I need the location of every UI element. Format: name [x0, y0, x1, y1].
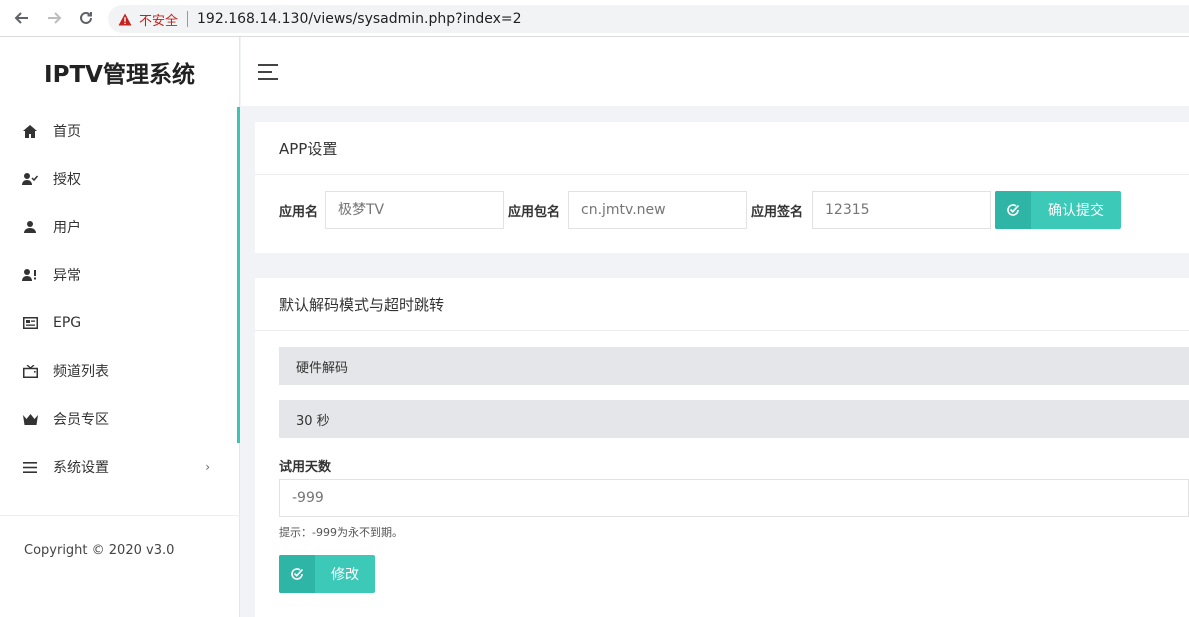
user-check-icon — [22, 171, 38, 187]
app-name-label: 应用名 — [279, 205, 319, 220]
sidebar-item-users[interactable]: 用户 — [0, 203, 237, 251]
security-label: 不安全 — [139, 13, 179, 29]
reload-icon[interactable] — [70, 0, 102, 37]
modify-button-label: 修改 — [331, 567, 359, 583]
arrow-right-icon[interactable] — [38, 0, 70, 37]
sidebar-item-channels[interactable]: 频道列表 — [0, 347, 237, 395]
address-bar[interactable]: 不安全 192.168.14.130/views/sysadmin.php?in… — [108, 5, 1189, 33]
sidebar-menu: 首页 授权 用户 异常 EPG 频道列表 会员专区 — [0, 107, 240, 443]
warning-icon — [118, 12, 132, 26]
menu-lines-icon — [22, 459, 38, 475]
user-alert-icon — [22, 267, 38, 283]
home-icon — [22, 123, 38, 139]
decode-mode-select[interactable]: 硬件解码 — [279, 347, 1189, 385]
submit-button-label: 确认提交 — [1048, 203, 1104, 219]
sidebar-item-label: 授权 — [53, 172, 81, 188]
sidebar-item-label: 系统设置 — [53, 460, 109, 476]
package-label: 应用包名 — [508, 205, 561, 220]
crown-icon — [22, 411, 38, 427]
brand-title: IPTV管理系统 — [44, 62, 195, 88]
package-input[interactable] — [568, 191, 747, 229]
check-circle-icon — [279, 555, 315, 593]
sidebar-item-label: 频道列表 — [53, 364, 109, 380]
sidebar-item-label: 会员专区 — [53, 412, 109, 428]
panel-title: 默认解码模式与超时跳转 — [255, 278, 1189, 331]
modify-button[interactable]: 修改 — [279, 555, 375, 593]
sidebar-item-label: 用户 — [53, 220, 81, 236]
panel-title: APP设置 — [255, 122, 1189, 175]
tv-icon — [22, 363, 38, 379]
chevron-right-icon: › — [205, 460, 210, 474]
sidebar-submenu: 系统设置 › — [0, 443, 240, 491]
signature-label: 应用签名 — [751, 205, 804, 220]
decode-settings-panel: 默认解码模式与超时跳转 — [255, 278, 1189, 617]
user-icon — [22, 219, 38, 235]
sidebar-item-authorize[interactable]: 授权 — [0, 155, 237, 203]
hint-text: 提示：-999为永不到期。 — [279, 526, 403, 539]
app-settings-panel: APP设置 — [255, 122, 1189, 253]
sidebar-item-abnormal[interactable]: 异常 — [0, 251, 237, 299]
copyright-text: Copyright © 2020 v3.0 — [24, 543, 175, 558]
signature-input[interactable] — [812, 191, 991, 229]
epg-icon — [22, 315, 38, 331]
sidebar-item-epg[interactable]: EPG — [0, 299, 237, 347]
app-name-input[interactable] — [325, 191, 504, 229]
trial-days-label: 试用天数 — [279, 460, 332, 475]
omnibox-separator — [187, 11, 189, 27]
arrow-left-icon[interactable] — [6, 0, 38, 37]
browser-toolbar: 不安全 192.168.14.130/views/sysadmin.php?in… — [0, 0, 1189, 37]
header-bar — [241, 37, 1189, 106]
sidebar-item-label: 异常 — [53, 268, 81, 284]
sidebar: IPTV管理系统 首页 授权 用户 异常 EPG 频道列表 会员专区 系统设置 … — [0, 37, 240, 617]
trial-days-input[interactable] — [279, 479, 1189, 517]
sidebar-divider — [0, 515, 240, 516]
sidebar-item-home[interactable]: 首页 — [0, 107, 237, 155]
hamburger-icon[interactable] — [258, 64, 278, 80]
url-text: 192.168.14.130/views/sysadmin.php?index=… — [197, 11, 522, 27]
timeout-select[interactable]: 30 秒 — [279, 400, 1189, 438]
check-circle-icon — [995, 191, 1031, 229]
sidebar-item-membership[interactable]: 会员专区 — [0, 395, 237, 443]
sidebar-item-label: 首页 — [53, 124, 81, 140]
sidebar-item-settings[interactable]: 系统设置 › — [0, 443, 240, 491]
sidebar-item-label: EPG — [53, 315, 82, 331]
submit-button[interactable]: 确认提交 — [995, 191, 1121, 229]
